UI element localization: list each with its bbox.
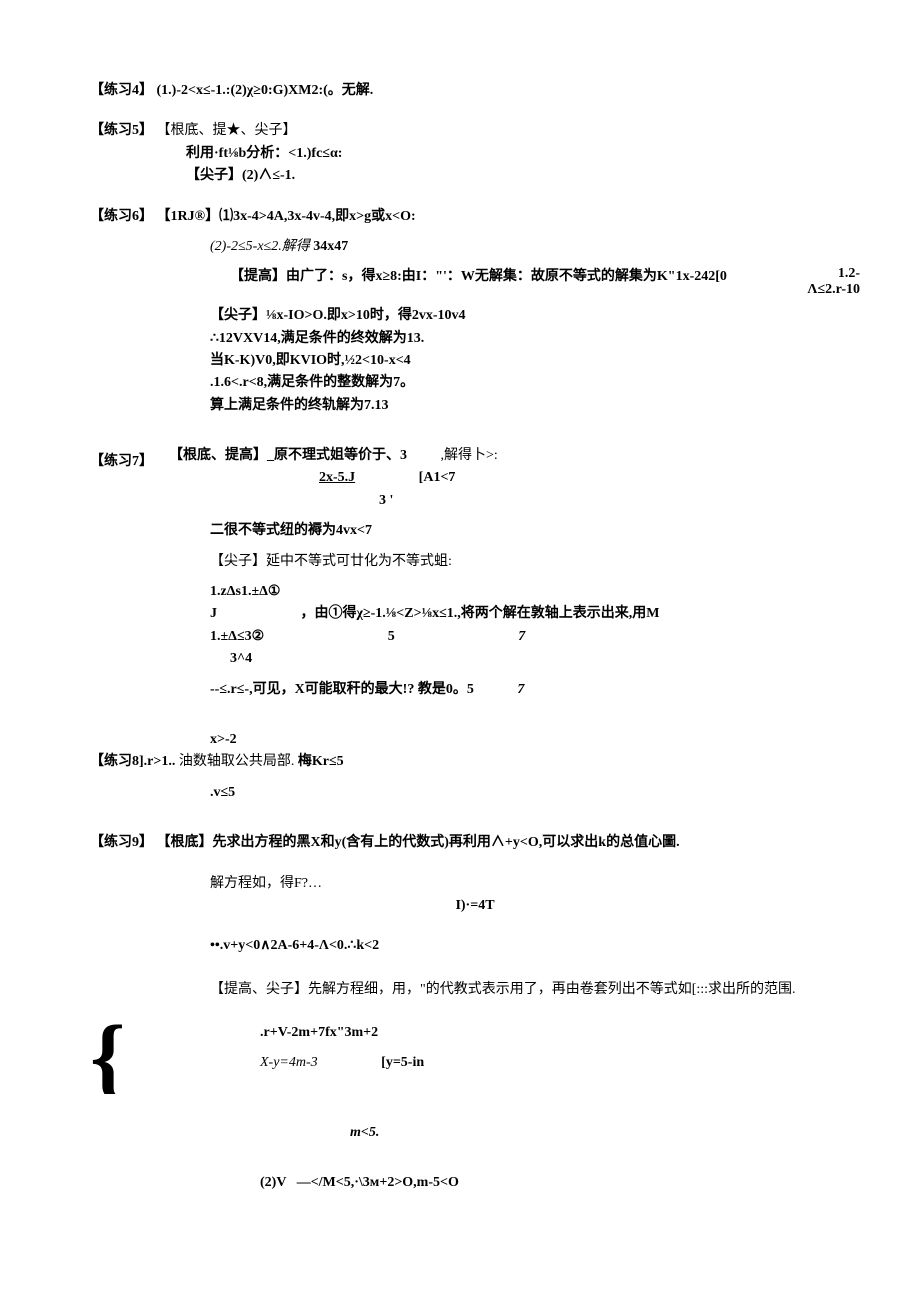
exercise-8-mid: 油数轴取公共局部.	[179, 754, 295, 769]
exercise-7-label: 【练习7】	[90, 451, 153, 512]
exercise-4: 【练习4】 (1.)-2<x≤-1.:(2)χ≥0:G)XM2:(。无解.	[90, 80, 860, 102]
exercise-7-l7b: ，由①得χ≥-1.⅛<Z>⅛x≤1.,将两个解在敦轴上表示出来,用M	[301, 606, 660, 621]
exercise-5: 【练习5】 【根底、提★、尖子】 利用·ft⅛b分析：<1.)fc≤α: 【尖子…	[90, 120, 860, 187]
exercise-8-label: 【练习8].r>1..	[90, 754, 175, 769]
exercise-7-l5: 【尖子】延中不等式可廿化为不等式蛆:	[90, 551, 860, 573]
brace-icon: {	[90, 1022, 125, 1094]
exercise-9: 【练习9】 【根底】先求出方程的黑X和y(含有上的代数式)再利用∧+y<O,可以…	[90, 832, 860, 1194]
exercise-7-l7a: J	[210, 606, 217, 621]
exercise-5-l3: 【尖子】(2)∧≤-1.	[90, 165, 860, 187]
exercise-6-l2: (2)-2≤5-x≤2.解得	[210, 239, 310, 254]
exercise-6-l3r-top: 1.2-	[838, 266, 860, 281]
exercise-6-l8: 算上满足条件的终轨解为7.13	[90, 395, 860, 417]
exercise-6-l6: 当K-K)V0,即KVIO时,½2<10-x<4	[90, 350, 860, 372]
exercise-9-l4: 【提高、尖子】先解方程细，用，"的代教式表示用了，再由卷套列出不等式如[:::求…	[90, 976, 860, 1004]
exercise-7-h2b: [A1<7	[419, 470, 456, 485]
exercise-7-h2a: 2x-5.J	[319, 470, 355, 485]
exercise-7-l10b: 7	[517, 682, 524, 697]
exercise-9-l2b: I)·=4T	[90, 895, 860, 917]
exercise-8-bold: 梅Kr≤5	[298, 754, 344, 769]
exercise-9-l5a: .r+V-2m+7fx"3m+2	[260, 1025, 378, 1040]
exercise-8: x>-2 【练习8].r>1.. 油数轴取公共局部. 梅Kr≤5 .v≤5	[90, 729, 860, 804]
exercise-6-l4: 【尖子】⅛x-IO>O.即x>10时，得2vx-10v4	[90, 305, 860, 327]
exercise-7-l8c: 7	[518, 629, 525, 644]
exercise-7-h1: 【根底、提高】_原不理式姐等价于、3	[169, 448, 407, 463]
exercise-6-l5: ∴12VXV14,满足条件的终效解为13.	[90, 328, 860, 350]
exercise-8-t1: x>-2	[90, 729, 860, 751]
exercise-5-label: 【练习5】	[90, 123, 153, 138]
exercise-9-label: 【练习9】	[90, 835, 153, 850]
exercise-5-l2: 利用·ft⅛b分析：<1.)fc≤α:	[90, 143, 860, 165]
exercise-9-l7: (2)V⠀—</M<5,·\3м+2>O,m-5<O	[90, 1172, 860, 1194]
exercise-7-l4: 二很不等式纽的褥为4vx<7	[90, 520, 860, 542]
exercise-7-l10: --≤.r≤-,可见，X可能取秆的最大!? 教是0。5	[210, 682, 474, 697]
exercise-7-h3: 3 '	[169, 490, 498, 512]
exercise-4-label: 【练习4】	[90, 83, 153, 98]
exercise-7-h1b: ,解得卜>:	[441, 448, 498, 463]
exercise-6-label: 【练习6】	[90, 209, 153, 224]
exercise-9-l5b: X-y=4m-3	[260, 1055, 318, 1070]
exercise-7-l8b: 5	[388, 629, 395, 644]
exercise-6: 【练习6】 【1RJ®】⑴3x-4>4A,3x-4v-4,即x>g或x<O: (…	[90, 206, 860, 418]
exercise-7: 【练习7】 【根底、提高】_原不理式姐等价于、3 ,解得卜>: 2x-5.J […	[90, 445, 860, 701]
exercise-9-l2: 解方程如，得F?…	[90, 873, 860, 895]
exercise-8-l2: .v≤5	[90, 782, 860, 804]
exercise-6-l3a: 【提高】由广了：s，得x≥8:由I："'：W无解集：故原不等式的解集为K"1x-…	[230, 269, 727, 284]
exercise-9-l1: 【根底】先求出方程的黑X和y(含有上的代数式)再利用∧+y<O,可以求出k的总值…	[157, 835, 680, 850]
exercise-9-l5c: [y=5-in	[381, 1055, 424, 1070]
exercise-4-text: (1.)-2<x≤-1.:(2)χ≥0:G)XM2:(。无解.	[157, 83, 374, 98]
exercise-7-l9: 3^4	[90, 648, 860, 670]
exercise-7-l8a: 1.±Δ≤3②	[210, 629, 264, 644]
exercise-5-l1: 【根底、提★、尖子】	[157, 123, 297, 138]
exercise-7-l6: 1.zΔs1.±Δ①	[90, 581, 860, 603]
exercise-6-head: 【1RJ®】⑴3x-4>4A,3x-4v-4,即x>g或x<O:	[157, 209, 416, 224]
exercise-9-l6: m<5.	[90, 1122, 860, 1144]
exercise-6-l2b: 34x47	[313, 239, 348, 254]
exercise-6-l7: .1.6<.r<8,满足条件的整数解为7。	[90, 372, 860, 394]
exercise-6-l3r-bot: Λ≤2.r-10	[807, 282, 860, 297]
exercise-9-l3: ••.v+y<0∧2A-6+4-Λ<0.∴k<2	[90, 935, 860, 957]
